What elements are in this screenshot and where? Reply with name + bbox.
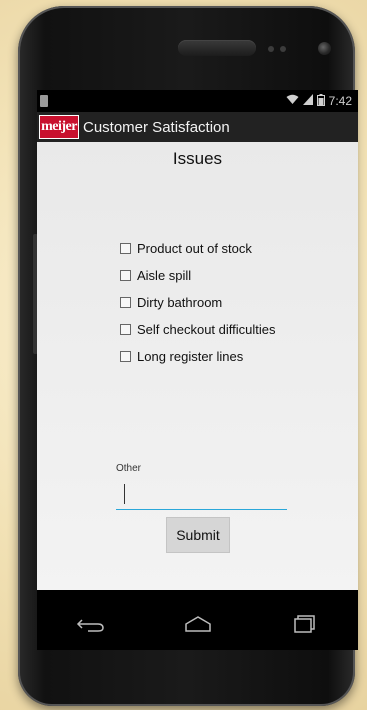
checkbox-aisle-spill[interactable]: Aisle spill	[120, 262, 276, 289]
checkbox-icon[interactable]	[120, 351, 131, 362]
wifi-icon	[286, 94, 299, 108]
checkbox-product-out-of-stock[interactable]: Product out of stock	[120, 235, 276, 262]
issues-checklist: Product out of stock Aisle spill Dirty b…	[120, 235, 276, 370]
notification-icon	[40, 95, 48, 107]
page-title: Issues	[172, 149, 223, 168]
phone-speaker	[178, 40, 256, 56]
checkbox-icon[interactable]	[120, 270, 131, 281]
checkbox-label: Self checkout difficulties	[137, 322, 276, 337]
action-bar: meijer Customer Satisfaction	[37, 112, 358, 142]
checkbox-icon[interactable]	[120, 324, 131, 335]
checkbox-icon[interactable]	[120, 297, 131, 308]
front-camera	[318, 42, 331, 55]
checkbox-self-checkout-difficulties[interactable]: Self checkout difficulties	[120, 316, 276, 343]
checkbox-label: Aisle spill	[137, 268, 192, 283]
signal-icon	[302, 94, 313, 108]
sensor-dot	[268, 46, 274, 52]
main-content: Issues Product out of stock Aisle spill …	[37, 142, 358, 590]
sensor-dot	[280, 46, 286, 52]
recent-apps-icon[interactable]	[285, 610, 325, 638]
status-bar: 7:42	[37, 90, 358, 112]
checkbox-long-register-lines[interactable]: Long register lines	[120, 343, 276, 370]
device-screen: 7:42 meijer Customer Satisfaction Issues…	[37, 90, 358, 650]
submit-button[interactable]: Submit	[166, 517, 230, 553]
checkbox-label: Long register lines	[137, 349, 244, 364]
app-logo[interactable]: meijer	[39, 115, 79, 139]
back-icon[interactable]	[71, 610, 111, 638]
battery-icon	[316, 93, 325, 109]
navigation-bar	[37, 598, 358, 650]
app-title: Customer Satisfaction	[83, 118, 230, 136]
checkbox-dirty-bathroom[interactable]: Dirty bathroom	[120, 289, 276, 316]
other-field-label: Other	[116, 463, 142, 474]
home-icon[interactable]	[178, 610, 218, 638]
checkbox-label: Product out of stock	[137, 241, 252, 256]
other-input[interactable]	[116, 482, 287, 510]
clock: 7:42	[328, 94, 352, 108]
checkbox-label: Dirty bathroom	[137, 295, 223, 310]
checkbox-icon[interactable]	[120, 243, 131, 254]
text-cursor	[124, 484, 125, 504]
